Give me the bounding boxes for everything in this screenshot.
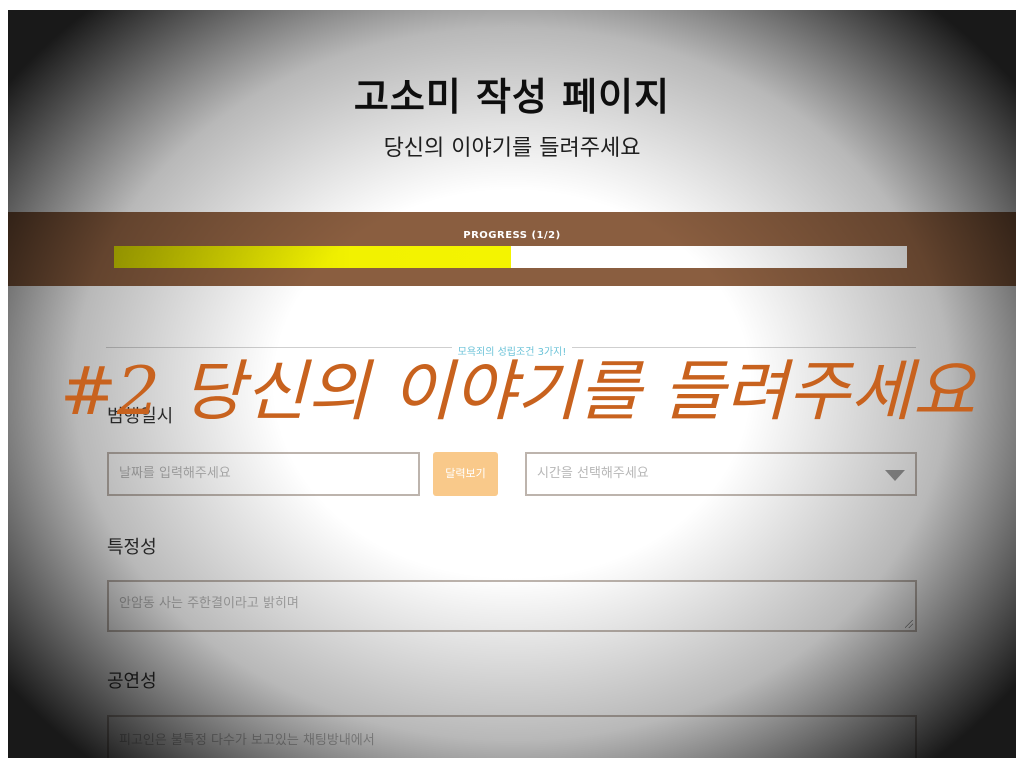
date-input-placeholder: 날짜를 입력해주세요: [119, 466, 231, 481]
specificity-textarea[interactable]: 안암동 사는 주한결이라고 밝히며: [107, 580, 917, 632]
publicity-label: 공연성: [107, 671, 157, 692]
progress-label: PROGRESS (1/2): [463, 230, 561, 241]
progress-fill: [114, 246, 511, 268]
date-input[interactable]: 날짜를 입력해주세요: [107, 452, 420, 496]
progress-bar: [114, 246, 907, 268]
screenshot-frame: 고소미 작성 페이지 당신의 이야기를 들려주세요 PROGRESS (1/2)…: [8, 10, 1016, 758]
dropdown-arrow-icon: [885, 470, 905, 481]
specificity-placeholder: 안암동 사는 주한결이라고 밝히며: [119, 596, 299, 611]
specificity-label: 특정성: [107, 537, 157, 558]
page-subtitle: 당신의 이야기를 들려주세요: [383, 136, 641, 161]
time-select-placeholder: 시간을 선택해주세요: [537, 466, 649, 481]
publicity-placeholder: 피고인은 불특정 다수가 보고있는 채팅방내에서: [119, 733, 375, 748]
handwritten-annotation-text: #2 당신의 이야기를 들려주세요: [60, 353, 978, 430]
handwritten-annotation: #2 당신의 이야기를 들려주세요: [60, 353, 978, 430]
time-select[interactable]: 시간을 선택해주세요: [525, 452, 917, 496]
publicity-textarea[interactable]: 피고인은 불특정 다수가 보고있는 채팅방내에서: [107, 715, 917, 758]
page-title: 고소미 작성 페이지: [353, 75, 671, 119]
calendar-button[interactable]: 달력보기: [433, 452, 498, 496]
resize-handle-icon[interactable]: [905, 620, 913, 628]
